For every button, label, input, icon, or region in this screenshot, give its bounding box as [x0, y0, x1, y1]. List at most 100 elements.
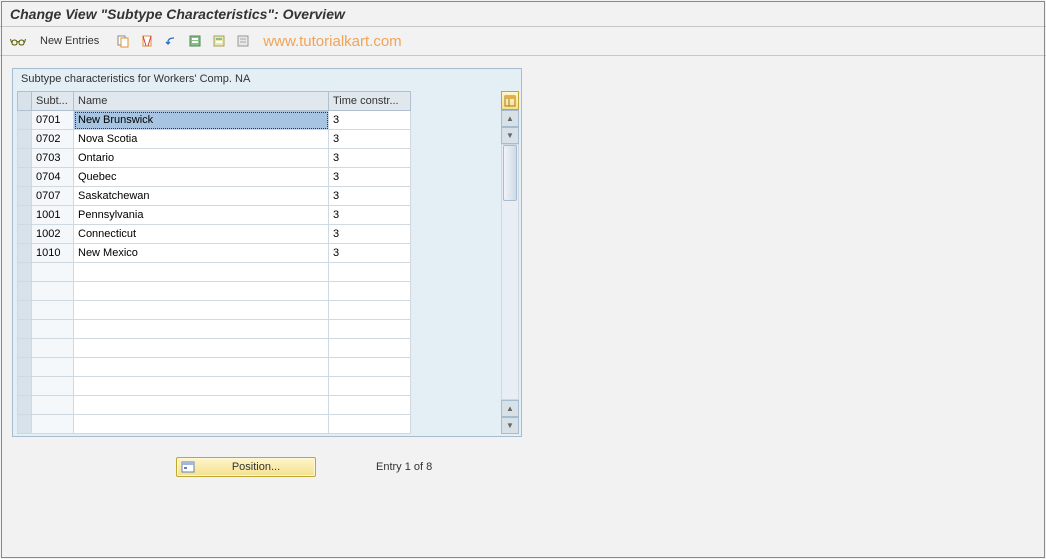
cell-subt[interactable]: 0703 [32, 149, 74, 168]
row-selector[interactable] [18, 396, 32, 415]
table-row[interactable]: 1002Connecticut3 [18, 225, 411, 244]
cell-subt[interactable] [32, 301, 74, 320]
row-selector[interactable] [18, 339, 32, 358]
cell-name[interactable] [74, 377, 329, 396]
cell-subt[interactable] [32, 282, 74, 301]
row-selector[interactable] [18, 415, 32, 434]
column-header-name[interactable]: Name [74, 92, 329, 111]
copy-icon[interactable] [113, 31, 133, 51]
row-selector[interactable] [18, 149, 32, 168]
table-row[interactable]: 0703Ontario3 [18, 149, 411, 168]
cell-subt[interactable] [32, 339, 74, 358]
cell-time[interactable] [329, 339, 411, 358]
table-row[interactable]: 0702Nova Scotia3 [18, 130, 411, 149]
cell-name[interactable]: Quebec [74, 168, 329, 187]
table-row-empty[interactable] [18, 263, 411, 282]
cell-time[interactable]: 3 [329, 225, 411, 244]
cell-name[interactable] [74, 320, 329, 339]
table-row-empty[interactable] [18, 396, 411, 415]
row-selector-header[interactable] [18, 92, 32, 111]
select-block-icon[interactable] [209, 31, 229, 51]
row-selector[interactable] [18, 377, 32, 396]
cell-name[interactable] [74, 301, 329, 320]
scroll-thumb[interactable] [503, 145, 517, 201]
row-selector[interactable] [18, 244, 32, 263]
cell-time[interactable] [329, 301, 411, 320]
cell-subt[interactable]: 1002 [32, 225, 74, 244]
row-selector[interactable] [18, 187, 32, 206]
cell-name[interactable] [74, 358, 329, 377]
undo-icon[interactable] [161, 31, 181, 51]
cell-subt[interactable] [32, 415, 74, 434]
cell-time[interactable] [329, 415, 411, 434]
vertical-scrollbar[interactable]: ▲ ▼ ▲ ▼ [501, 91, 519, 434]
row-selector[interactable] [18, 111, 32, 130]
cell-name[interactable] [74, 263, 329, 282]
row-selector[interactable] [18, 282, 32, 301]
table-row[interactable]: 0701New Brunswick3 [18, 111, 411, 130]
row-selector[interactable] [18, 225, 32, 244]
cell-subt[interactable]: 0702 [32, 130, 74, 149]
cell-subt[interactable]: 0707 [32, 187, 74, 206]
cell-name[interactable] [74, 415, 329, 434]
column-header-time[interactable]: Time constr... [329, 92, 411, 111]
cell-subt[interactable] [32, 263, 74, 282]
table-row[interactable]: 1010New Mexico3 [18, 244, 411, 263]
cell-time[interactable] [329, 377, 411, 396]
table-row-empty[interactable] [18, 415, 411, 434]
row-selector[interactable] [18, 206, 32, 225]
cell-time[interactable]: 3 [329, 244, 411, 263]
cell-name[interactable]: Ontario [74, 149, 329, 168]
cell-time[interactable] [329, 358, 411, 377]
row-selector[interactable] [18, 358, 32, 377]
row-selector[interactable] [18, 130, 32, 149]
cell-subt[interactable] [32, 320, 74, 339]
row-selector[interactable] [18, 263, 32, 282]
row-selector[interactable] [18, 168, 32, 187]
glasses-icon[interactable] [8, 31, 28, 51]
scroll-track[interactable] [501, 144, 519, 400]
delete-icon[interactable] [137, 31, 157, 51]
table-row-empty[interactable] [18, 339, 411, 358]
cell-time[interactable] [329, 263, 411, 282]
table-settings-icon[interactable] [501, 91, 519, 110]
data-table[interactable]: Subt... Name Time constr... 0701New Brun… [17, 91, 411, 434]
cell-subt[interactable]: 0701 [32, 111, 74, 130]
cell-time[interactable]: 3 [329, 111, 411, 130]
cell-name[interactable]: New Brunswick [74, 111, 329, 130]
scroll-down-end-icon[interactable]: ▼ [501, 417, 519, 434]
cell-subt[interactable]: 1001 [32, 206, 74, 225]
table-row-empty[interactable] [18, 377, 411, 396]
table-row-empty[interactable] [18, 282, 411, 301]
cell-name[interactable]: New Mexico [74, 244, 329, 263]
cell-subt[interactable]: 0704 [32, 168, 74, 187]
cell-time[interactable]: 3 [329, 149, 411, 168]
cell-name[interactable] [74, 339, 329, 358]
cell-time[interactable] [329, 320, 411, 339]
table-row-empty[interactable] [18, 358, 411, 377]
deselect-all-icon[interactable] [233, 31, 253, 51]
cell-time[interactable]: 3 [329, 206, 411, 225]
position-button[interactable]: Position... [176, 457, 316, 477]
table-row[interactable]: 0704Quebec3 [18, 168, 411, 187]
cell-name[interactable]: Pennsylvania [74, 206, 329, 225]
row-selector[interactable] [18, 320, 32, 339]
table-row-empty[interactable] [18, 320, 411, 339]
cell-name[interactable] [74, 396, 329, 415]
table-row[interactable]: 1001Pennsylvania3 [18, 206, 411, 225]
cell-name[interactable]: Saskatchewan [74, 187, 329, 206]
scroll-up-end-icon[interactable]: ▲ [501, 400, 519, 417]
row-selector[interactable] [18, 301, 32, 320]
cell-time[interactable]: 3 [329, 168, 411, 187]
select-all-icon[interactable] [185, 31, 205, 51]
cell-name[interactable] [74, 282, 329, 301]
new-entries-button[interactable]: New Entries [36, 33, 103, 49]
cell-time[interactable]: 3 [329, 187, 411, 206]
cell-time[interactable]: 3 [329, 130, 411, 149]
cell-name[interactable]: Nova Scotia [74, 130, 329, 149]
column-header-subt[interactable]: Subt... [32, 92, 74, 111]
cell-subt[interactable] [32, 396, 74, 415]
cell-name[interactable]: Connecticut [74, 225, 329, 244]
table-row-empty[interactable] [18, 301, 411, 320]
table-row[interactable]: 0707Saskatchewan3 [18, 187, 411, 206]
